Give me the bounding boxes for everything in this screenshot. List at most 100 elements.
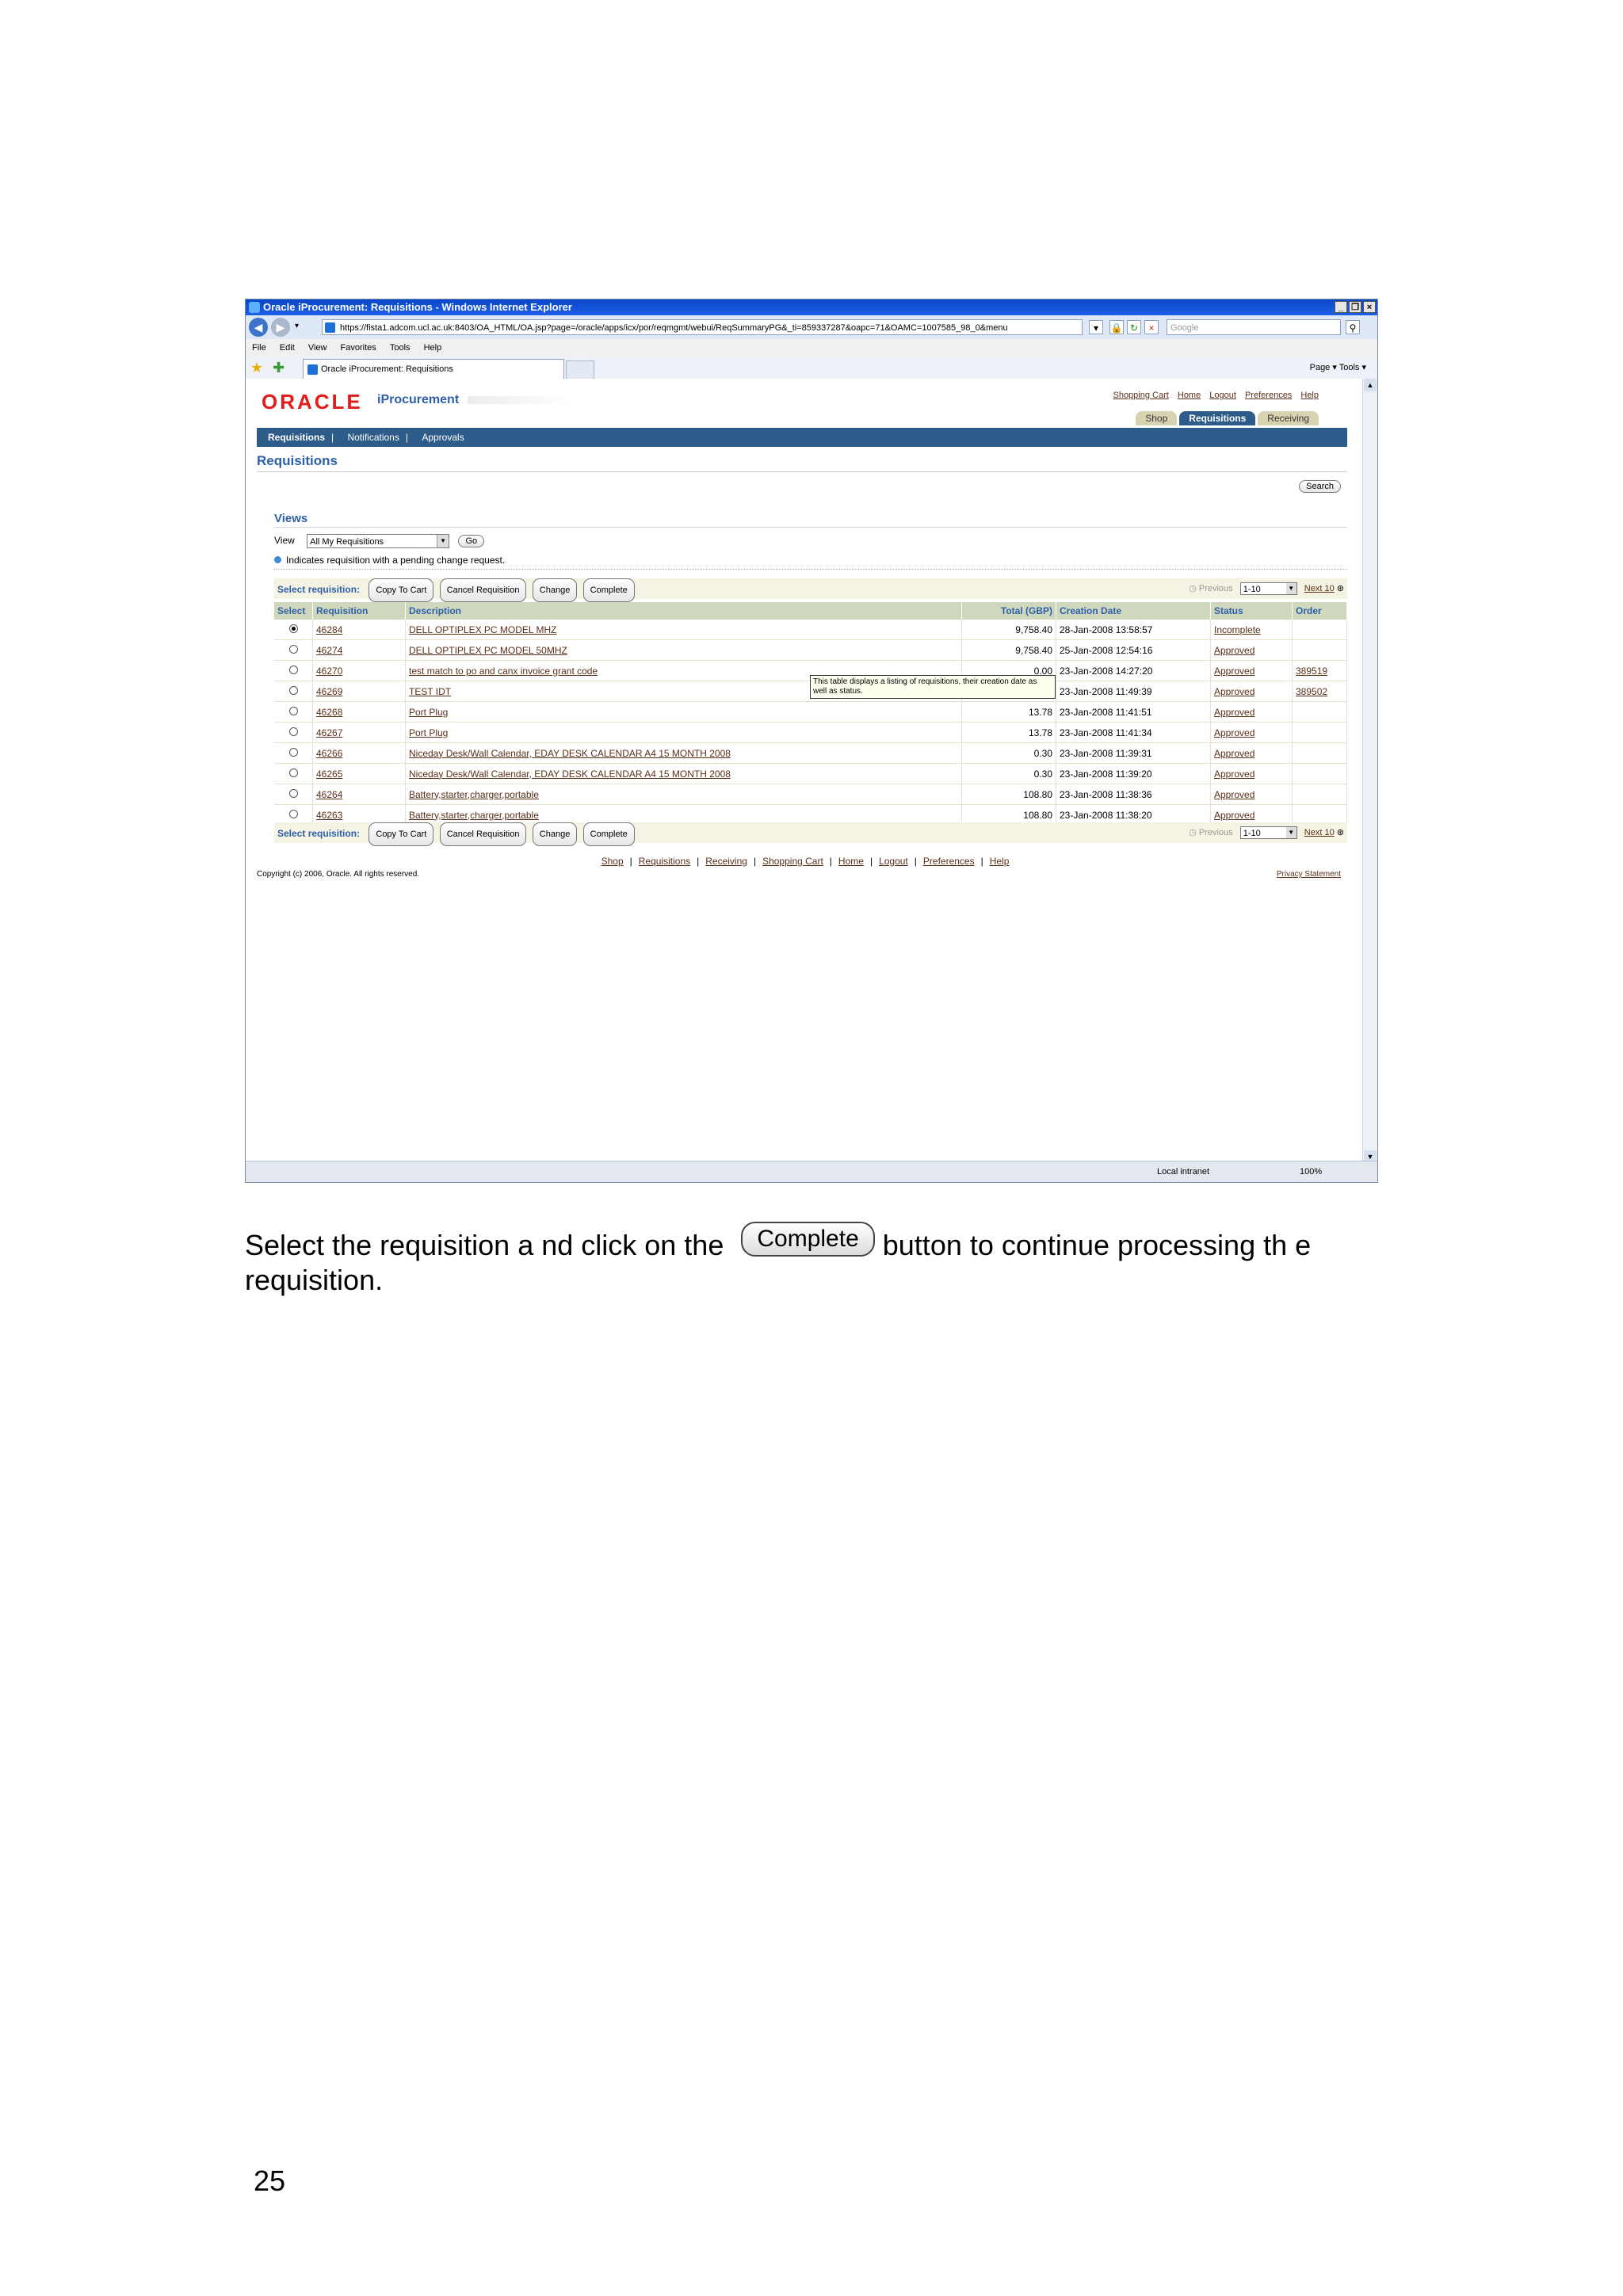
requisition-link[interactable]: 46267 bbox=[316, 727, 342, 738]
col-status[interactable]: Status bbox=[1210, 602, 1293, 620]
add-favorite-icon[interactable]: ✚ bbox=[273, 360, 285, 376]
range-select[interactable]: 1-10 ▼ bbox=[1239, 826, 1297, 840]
back-arrow-icon[interactable]: ◀ bbox=[249, 318, 268, 337]
select-radio[interactable] bbox=[288, 727, 298, 736]
description-link[interactable]: DELL OPTIPLEX PC MODEL MHZ bbox=[409, 624, 557, 635]
status-link[interactable]: Approved bbox=[1214, 707, 1254, 718]
requisition-link[interactable]: 46270 bbox=[316, 666, 342, 677]
footer-link[interactable]: Shop bbox=[601, 856, 624, 867]
menu-file[interactable]: File bbox=[252, 343, 266, 353]
refresh-icon[interactable]: ↻ bbox=[1127, 320, 1141, 334]
order-link[interactable]: 389519 bbox=[1296, 666, 1327, 677]
select-radio[interactable] bbox=[288, 747, 298, 757]
tab-requisitions[interactable]: Requisitions bbox=[1179, 411, 1256, 425]
status-link[interactable]: Approved bbox=[1214, 645, 1254, 656]
description-link[interactable]: test match to po and canx invoice grant … bbox=[409, 666, 598, 677]
status-link[interactable]: Approved bbox=[1214, 748, 1254, 759]
forward-arrow-icon[interactable]: ▶ bbox=[271, 318, 290, 337]
link-preferences[interactable]: Preferences bbox=[1245, 391, 1292, 400]
subnav-approvals[interactable]: Approvals bbox=[422, 432, 464, 443]
description-link[interactable]: Battery,starter,charger,portable bbox=[409, 810, 539, 821]
menu-edit[interactable]: Edit bbox=[280, 343, 295, 353]
col-requisition[interactable]: Requisition bbox=[312, 602, 406, 620]
requisition-link[interactable]: 46269 bbox=[316, 686, 342, 697]
next-link[interactable]: Next 10 bbox=[1304, 828, 1335, 837]
requisition-link[interactable]: 46265 bbox=[316, 769, 342, 780]
footer-link[interactable]: Preferences bbox=[923, 856, 975, 867]
menu-tools[interactable]: Tools bbox=[390, 343, 411, 353]
next-link[interactable]: Next 10 bbox=[1304, 584, 1335, 593]
select-radio[interactable] bbox=[288, 624, 298, 633]
tab-shop[interactable]: Shop bbox=[1136, 411, 1178, 425]
link-home[interactable]: Home bbox=[1178, 391, 1201, 400]
select-radio[interactable] bbox=[288, 644, 298, 654]
requisition-link[interactable]: 46263 bbox=[316, 810, 342, 821]
next-arrow-icon[interactable]: ⊛ bbox=[1337, 828, 1344, 837]
subnav-requisitions[interactable]: Requisitions bbox=[268, 432, 325, 443]
select-radio[interactable] bbox=[288, 809, 298, 818]
new-tab-button[interactable] bbox=[566, 360, 594, 380]
change-button[interactable]: Change bbox=[532, 822, 578, 846]
link-help[interactable]: Help bbox=[1300, 391, 1319, 400]
complete-button[interactable]: Complete bbox=[582, 822, 635, 846]
col-description[interactable]: Description bbox=[405, 602, 962, 620]
scroll-up-icon[interactable]: ▲ bbox=[1364, 379, 1377, 391]
minimize-icon[interactable]: _ bbox=[1335, 301, 1347, 313]
footer-link[interactable]: Receiving bbox=[705, 856, 747, 867]
select-radio[interactable] bbox=[288, 665, 298, 674]
order-link[interactable]: 389502 bbox=[1296, 686, 1327, 697]
search-icon[interactable]: ⚲ bbox=[1346, 320, 1360, 334]
status-link[interactable]: Approved bbox=[1214, 727, 1254, 738]
search-button[interactable]: Search bbox=[1299, 480, 1341, 493]
footer-link[interactable]: Help bbox=[990, 856, 1010, 867]
complete-button[interactable]: Complete bbox=[582, 578, 635, 602]
subnav-notifications[interactable]: Notifications bbox=[347, 432, 399, 443]
menu-help[interactable]: Help bbox=[424, 343, 442, 353]
tab-receiving[interactable]: Receiving bbox=[1258, 411, 1319, 425]
description-link[interactable]: Port Plug bbox=[409, 707, 448, 718]
footer-link[interactable]: Requisitions bbox=[639, 856, 690, 867]
col-order[interactable]: Order bbox=[1292, 602, 1347, 620]
description-link[interactable]: Port Plug bbox=[409, 727, 448, 738]
search-input[interactable]: Google bbox=[1167, 319, 1341, 335]
range-select[interactable]: 1-10 ▼ bbox=[1239, 582, 1297, 596]
col-total[interactable]: Total (GBP) bbox=[961, 602, 1056, 620]
cancel-requisition-button[interactable]: Cancel Requisition bbox=[439, 822, 527, 846]
favorites-star-icon[interactable]: ★ bbox=[250, 360, 263, 376]
zoom-level[interactable]: 100% bbox=[1300, 1161, 1322, 1182]
go-button[interactable]: Go bbox=[458, 535, 485, 548]
url-dropdown-icon[interactable]: ▾ bbox=[1089, 320, 1103, 334]
close-icon[interactable]: × bbox=[1363, 301, 1376, 313]
description-link[interactable]: TEST IDT bbox=[409, 686, 451, 697]
lock-icon[interactable]: 🔒 bbox=[1109, 320, 1124, 334]
cancel-requisition-button[interactable]: Cancel Requisition bbox=[439, 578, 527, 602]
select-radio[interactable] bbox=[288, 685, 298, 695]
requisition-link[interactable]: 46268 bbox=[316, 707, 342, 718]
status-link[interactable]: Approved bbox=[1214, 789, 1254, 800]
footer-link[interactable]: Logout bbox=[879, 856, 908, 867]
url-field[interactable]: https://fista1.adcom.ucl.ac.uk:8403/OA_H… bbox=[322, 319, 1083, 335]
select-radio[interactable] bbox=[288, 706, 298, 715]
change-button[interactable]: Change bbox=[532, 578, 578, 602]
restore-icon[interactable]: ❐ bbox=[1349, 301, 1361, 313]
status-link[interactable]: Approved bbox=[1214, 686, 1254, 697]
description-link[interactable]: Battery,starter,charger,portable bbox=[409, 789, 539, 800]
select-radio[interactable] bbox=[288, 768, 298, 777]
copy-to-cart-button[interactable]: Copy To Cart bbox=[369, 578, 434, 602]
next-arrow-icon[interactable]: ⊛ bbox=[1337, 584, 1344, 593]
status-link[interactable]: Incomplete bbox=[1214, 624, 1261, 635]
select-radio[interactable] bbox=[288, 788, 298, 798]
privacy-statement-link[interactable]: Privacy Statement bbox=[1277, 870, 1341, 879]
footer-link[interactable]: Home bbox=[838, 856, 864, 867]
description-link[interactable]: Niceday Desk/Wall Calendar, EDAY DESK CA… bbox=[409, 769, 731, 780]
vertical-scrollbar[interactable]: ▲ ▼ bbox=[1362, 379, 1377, 1163]
stop-icon[interactable]: × bbox=[1144, 320, 1159, 334]
menu-view[interactable]: View bbox=[308, 343, 327, 353]
description-link[interactable]: Niceday Desk/Wall Calendar, EDAY DESK CA… bbox=[409, 748, 731, 759]
view-select[interactable]: All My Requisitions ▼ bbox=[307, 534, 450, 548]
browser-tab[interactable]: Oracle iProcurement: Requisitions bbox=[303, 359, 564, 379]
requisition-link[interactable]: 46284 bbox=[316, 624, 342, 635]
command-bar[interactable]: Page ▾ Tools ▾ bbox=[1310, 360, 1366, 376]
history-dropdown-icon[interactable]: ▾ bbox=[295, 322, 299, 330]
requisition-link[interactable]: 46274 bbox=[316, 645, 342, 656]
